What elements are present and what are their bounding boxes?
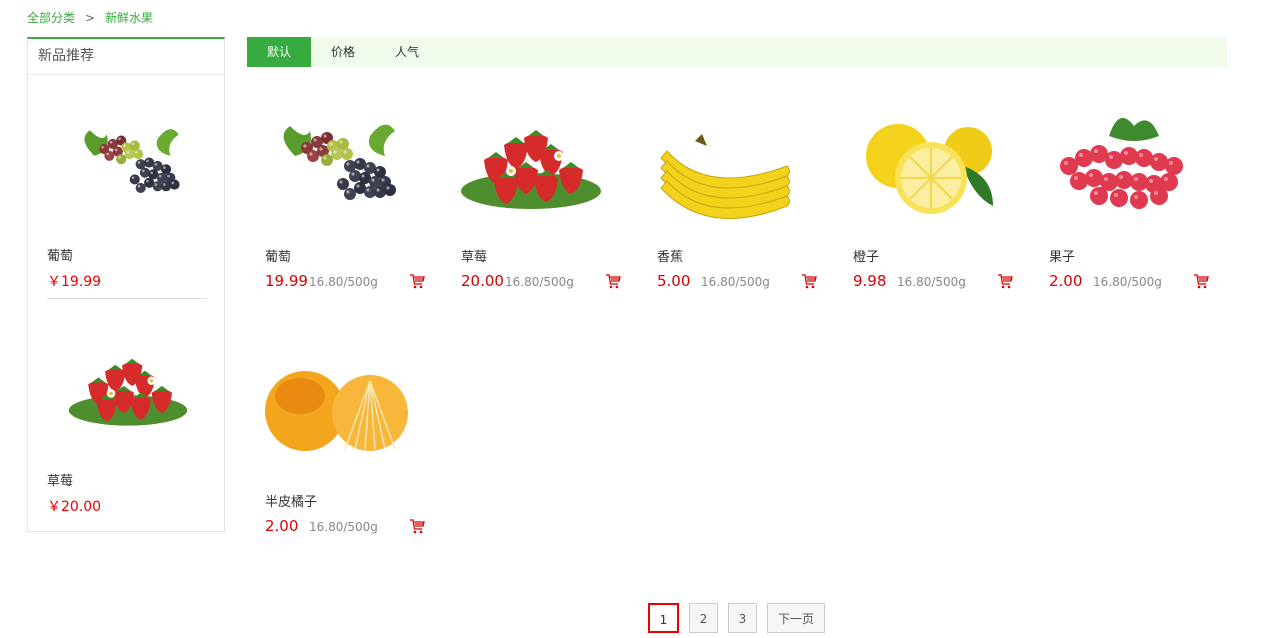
cart-icon[interactable] [997,273,1013,289]
product-unit-price: 16.80/500g [897,275,966,289]
page-2-button[interactable]: 2 [689,603,718,633]
sidebar-item-name[interactable]: 草莓 [47,470,73,489]
product-card[interactable]: 草莓 20.00 16.80/500g [443,76,623,306]
product-price: 2.00 [265,517,299,535]
product-name[interactable]: 橙子 [853,246,879,265]
breadcrumb-root-link[interactable]: 全部分类 [27,11,75,25]
tangerines-image[interactable] [255,341,415,471]
breadcrumb-current-link[interactable]: 新鲜水果 [105,11,153,25]
sidebar-item-price: ￥20.00 [47,499,102,515]
product-card[interactable]: 香蕉 5.00 16.80/500g [639,76,819,306]
product-name[interactable]: 草莓 [461,246,487,265]
breadcrumb: 全部分类 > 新鲜水果 [27,10,153,26]
product-card[interactable]: 半皮橘子 2.00 16.80/500g [247,321,427,551]
sidebar-item-grapes[interactable]: 葡萄 ￥19.99 [28,75,224,300]
sidebar-divider [47,298,207,299]
tab-popularity[interactable]: 人气 [375,37,439,67]
product-card[interactable]: 葡萄 19.99 16.80/500g [247,76,427,306]
cart-icon[interactable] [605,273,621,289]
cart-icon[interactable] [409,273,425,289]
product-name[interactable]: 葡萄 [265,246,291,265]
product-unit-price: 16.80/500g [1093,275,1162,289]
product-card[interactable]: 橙子 9.98 16.80/500g [835,76,1015,306]
product-unit-price: 16.80/500g [309,520,378,534]
raspberries-image[interactable] [1039,96,1199,226]
sidebar-item-price: ￥19.99 [47,274,102,290]
sidebar-title: 新品推荐 [28,39,224,75]
tab-price[interactable]: 价格 [311,37,375,67]
grapes-image[interactable] [255,96,415,226]
sidebar-item-strawberries[interactable]: 草莓 ￥20.00 [28,300,224,525]
product-name[interactable]: 果子 [1049,246,1075,265]
product-name[interactable]: 半皮橘子 [265,491,317,510]
page-3-button[interactable]: 3 [728,603,757,633]
product-price: 19.99 [265,272,308,290]
product-unit-price: 16.80/500g [505,275,574,289]
product-price: 20.00 [461,272,504,290]
lemons-image[interactable] [843,96,1003,226]
product-unit-price: 16.80/500g [701,275,770,289]
strawberries-image[interactable] [58,330,198,440]
cart-icon[interactable] [1193,273,1209,289]
product-card[interactable]: 果子 2.00 16.80/500g [1031,76,1211,306]
cart-icon[interactable] [801,273,817,289]
page-1-button[interactable]: 1 [648,603,679,633]
bananas-image[interactable] [647,96,807,226]
product-price: 2.00 [1049,272,1083,290]
cart-icon[interactable] [409,518,425,534]
product-name[interactable]: 香蕉 [657,246,683,265]
strawberries-image[interactable] [451,96,611,226]
new-products-sidebar: 新品推荐 葡萄 ￥19.99 草莓 ￥20.00 [27,37,225,532]
product-price: 5.00 [657,272,691,290]
next-page-button[interactable]: 下一页 [767,603,825,633]
sort-bar: 默认 价格 人气 [247,37,1227,67]
grapes-image[interactable] [58,105,198,215]
sidebar-item-name[interactable]: 葡萄 [47,245,73,264]
product-price: 9.98 [853,272,887,290]
product-unit-price: 16.80/500g [309,275,378,289]
tab-default[interactable]: 默认 [247,37,311,67]
breadcrumb-separator: > [85,11,96,25]
